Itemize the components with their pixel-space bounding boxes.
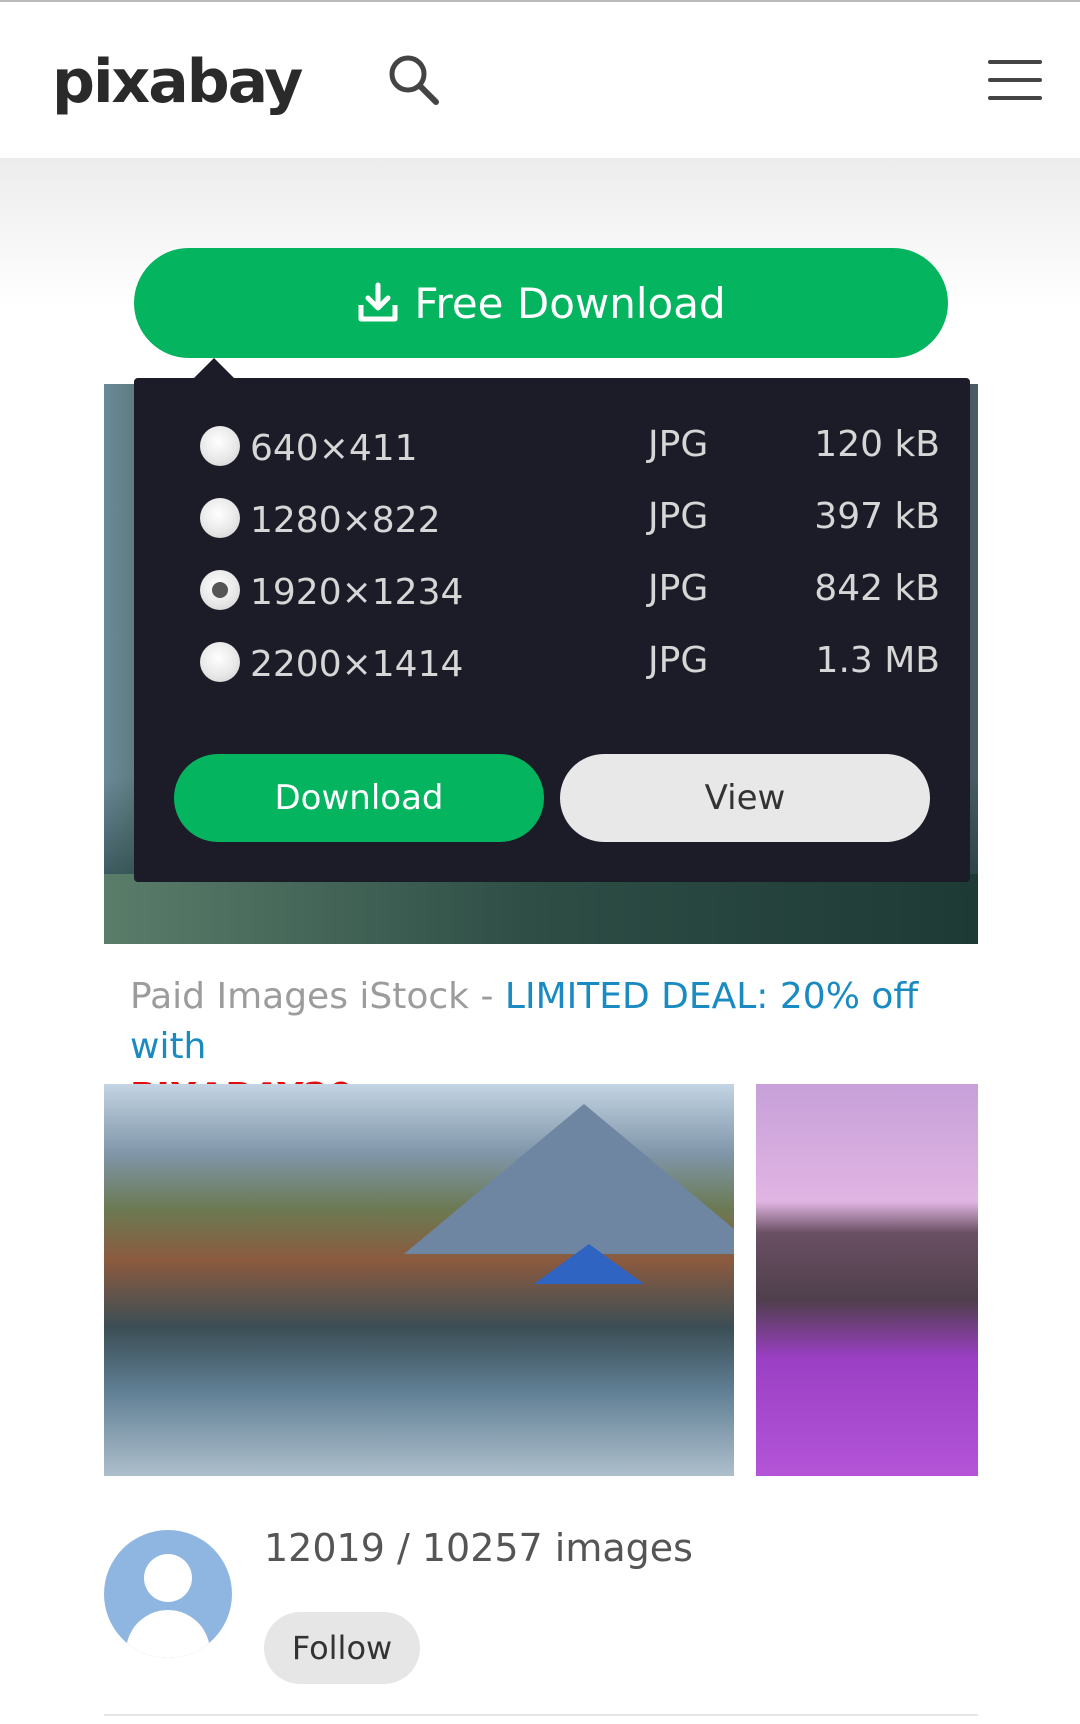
radio-button-selected[interactable] <box>200 570 240 610</box>
popover-arrow <box>192 358 236 380</box>
hamburger-menu-icon[interactable] <box>984 54 1044 106</box>
related-image-purple-flowers[interactable] <box>756 1084 978 1476</box>
sponsor-prefix: Paid Images iStock - <box>130 976 505 1017</box>
option-size: 397 kB <box>814 496 940 537</box>
thumb-mountain <box>404 1104 734 1254</box>
download-option-640[interactable]: 640×411 JPG 120 kB <box>200 414 940 474</box>
top-header: pixabay <box>0 2 1080 158</box>
download-icon <box>358 282 398 322</box>
free-download-label: Free Download <box>414 278 726 328</box>
bottom-divider <box>104 1714 978 1716</box>
option-resolution: 640×411 <box>250 428 418 469</box>
option-size: 120 kB <box>814 424 940 465</box>
option-resolution: 1920×1234 <box>250 572 464 613</box>
avatar-head <box>144 1554 192 1602</box>
option-format: JPG <box>648 496 709 537</box>
download-option-2200[interactable]: 2200×1414 JPG 1.3 MB <box>200 630 940 690</box>
option-format: JPG <box>648 424 709 465</box>
download-option-1920[interactable]: 1920×1234 JPG 842 kB <box>200 558 940 618</box>
photo-water-area <box>104 874 978 944</box>
option-size: 1.3 MB <box>815 640 940 681</box>
option-format: JPG <box>648 640 709 681</box>
related-image-pagoda-lake[interactable] <box>104 1084 734 1476</box>
avatar-body <box>126 1610 210 1658</box>
avatar-placeholder-icon[interactable] <box>104 1530 232 1658</box>
search-icon[interactable] <box>384 50 444 110</box>
radio-button[interactable] <box>200 498 240 538</box>
follow-button[interactable]: Follow <box>264 1612 420 1684</box>
pixabay-logo[interactable]: pixabay <box>52 42 303 122</box>
download-options-popover: 640×411 JPG 120 kB 1280×822 JPG 397 kB 1… <box>134 378 970 882</box>
radio-button[interactable] <box>200 426 240 466</box>
option-format: JPG <box>648 568 709 609</box>
option-resolution: 2200×1414 <box>250 644 464 685</box>
image-count: 12019 / 10257 images <box>264 1526 693 1570</box>
radio-button[interactable] <box>200 642 240 682</box>
download-button[interactable]: Download <box>174 754 544 842</box>
free-download-button[interactable]: Free Download <box>134 248 948 358</box>
download-option-1280[interactable]: 1280×822 JPG 397 kB <box>200 486 940 546</box>
view-button[interactable]: View <box>560 754 930 842</box>
option-resolution: 1280×822 <box>250 500 441 541</box>
option-size: 842 kB <box>814 568 940 609</box>
